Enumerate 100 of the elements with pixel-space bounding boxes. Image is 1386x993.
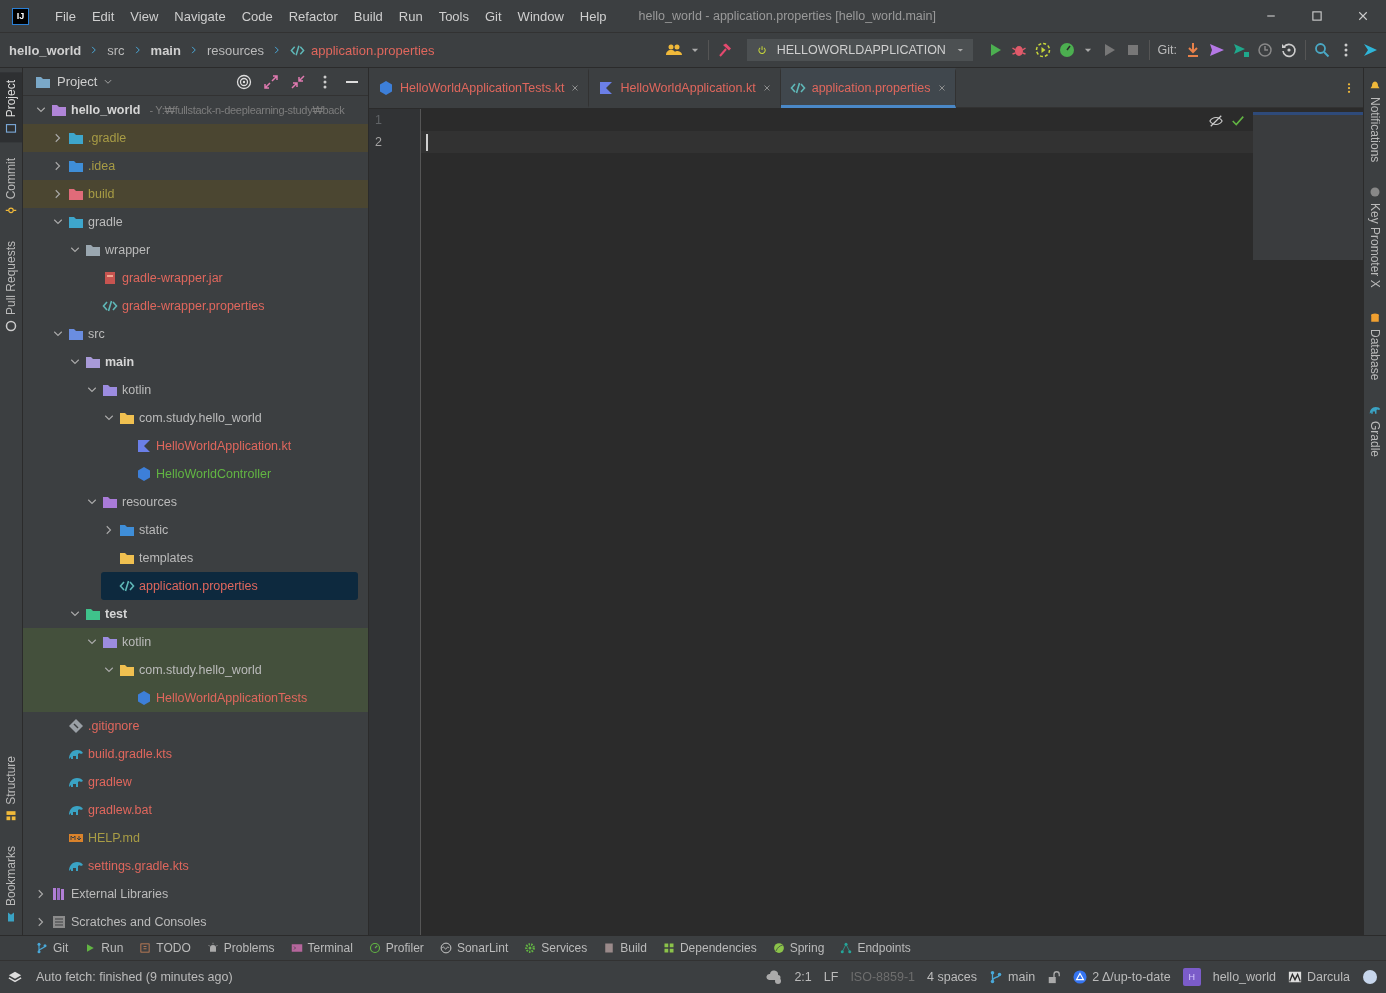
selected-tree-row[interactable]: application.properties	[101, 572, 358, 600]
gauge-icon[interactable]	[1058, 42, 1075, 58]
menu-item[interactable]: Navigate	[166, 8, 234, 24]
breadcrumb[interactable]: application.properties	[290, 42, 435, 58]
eye-slash-icon[interactable]	[1209, 114, 1223, 128]
tool-window-tab[interactable]: Pull Requests	[0, 232, 22, 340]
tree-item[interactable]: com.study.hello_world	[139, 663, 262, 677]
menu-item[interactable]: Tools	[430, 8, 477, 24]
search-icon[interactable]	[1314, 42, 1330, 58]
breadcrumb[interactable]: resources	[206, 42, 264, 58]
caret-position[interactable]: 2:1	[794, 970, 812, 984]
tree-item[interactable]: build	[88, 187, 115, 201]
tool-window-tab[interactable]: Commit	[0, 150, 22, 225]
close-icon[interactable]	[570, 83, 581, 93]
breadcrumb[interactable]: hello_world	[9, 42, 82, 58]
tree-item[interactable]: application.properties	[139, 579, 258, 593]
tree-item[interactable]: HelloWorldApplication.kt	[156, 439, 292, 453]
tool-window-tab[interactable]: Key Promoter X	[1364, 178, 1386, 297]
send-arrow-icon[interactable]	[1233, 42, 1249, 58]
editor-tab[interactable]: application.properties	[780, 68, 956, 108]
tree-item[interactable]: test	[105, 607, 128, 621]
tool-window-tab[interactable]: Gradle	[1364, 396, 1386, 466]
tree-item[interactable]: gradle-wrapper.properties	[122, 299, 265, 313]
panel-title[interactable]: Project	[57, 74, 98, 89]
tool-window-tab[interactable]: Notifications	[1364, 72, 1386, 171]
tree-item[interactable]: kotlin	[122, 635, 152, 649]
people-icon[interactable]	[665, 42, 682, 58]
tree-item[interactable]: settings.gradle.kts	[88, 859, 189, 873]
tree-item[interactable]: .gradle	[88, 131, 127, 145]
tree-item[interactable]: .gitignore	[88, 719, 140, 733]
tool-window-button[interactable]: Run	[76, 941, 132, 955]
menu-item[interactable]: Run	[390, 8, 431, 24]
tree-item[interactable]: build.gradle.kts	[88, 747, 173, 761]
tree-item[interactable]: gradlew	[88, 775, 132, 789]
check-icon[interactable]	[1231, 114, 1245, 128]
tool-window-tab[interactable]: Database	[1364, 304, 1386, 389]
run-configuration-dropdown[interactable]: HELLOWORLDAPPLICATION	[746, 39, 973, 61]
menu-item[interactable]: View	[122, 8, 167, 24]
tree-item[interactable]: wrapper	[105, 243, 151, 257]
tool-window-button[interactable]: Git	[28, 941, 77, 955]
menu-item[interactable]: Refactor	[280, 8, 346, 24]
tree-item[interactable]: gradle-wrapper.jar	[122, 271, 223, 285]
tool-window-button[interactable]: TODO	[131, 941, 199, 955]
hammer-icon[interactable]	[716, 42, 733, 58]
tree-item[interactable]: templates	[139, 551, 194, 565]
tool-window-button[interactable]: Services	[516, 941, 596, 955]
close-icon[interactable]	[761, 83, 772, 93]
tree-item[interactable]: gradlew.bat	[88, 803, 152, 817]
tree-item[interactable]: HELP.md	[88, 831, 140, 845]
close-icon[interactable]	[936, 83, 947, 93]
menu-item[interactable]: Code	[233, 8, 281, 24]
tree-item[interactable]: Scratches and Consoles	[71, 915, 207, 929]
layers-icon[interactable]	[8, 970, 22, 984]
indent-setting[interactable]: 4 spaces	[927, 970, 978, 984]
clock-icon[interactable]	[1257, 42, 1273, 58]
target-icon[interactable]	[236, 73, 252, 90]
menu-item[interactable]: Git	[477, 8, 510, 24]
menu-item[interactable]: Window	[509, 8, 572, 24]
menu-item[interactable]: Build	[345, 8, 391, 24]
git-branch[interactable]: main	[989, 970, 1036, 984]
tree-item[interactable]: External Libraries	[71, 887, 169, 901]
tool-window-tab[interactable]: Structure	[0, 748, 22, 830]
tree-item[interactable]: hello_world	[71, 103, 141, 117]
tool-window-button[interactable]: SonarLint	[431, 941, 517, 955]
menu-item[interactable]: Help	[571, 8, 615, 24]
tree-item[interactable]: .idea	[88, 159, 116, 173]
tool-window-button[interactable]: Dependencies	[654, 941, 765, 955]
download-arrow-icon[interactable]	[1185, 42, 1201, 58]
breadcrumb[interactable]: src	[107, 42, 125, 58]
tool-window-button[interactable]: Spring	[764, 941, 833, 955]
project-name[interactable]: hello_world	[1212, 970, 1276, 984]
tree-item[interactable]: com.study.hello_world	[139, 411, 262, 425]
lock-icon[interactable]	[1047, 970, 1062, 984]
tool-window-button[interactable]: Profiler	[360, 941, 432, 955]
menu-item[interactable]: File	[47, 8, 84, 24]
tool-window-button[interactable]: Problems	[198, 941, 283, 955]
tree-item[interactable]: resources	[122, 495, 177, 509]
line-separator[interactable]: LF	[823, 970, 839, 984]
cloud-gear-icon[interactable]	[766, 969, 783, 985]
tool-window-button[interactable]: Terminal	[282, 941, 361, 955]
tree-item[interactable]: kotlin	[122, 383, 152, 397]
vcs-status[interactable]: 2 Δ/up-to-date	[1073, 970, 1171, 984]
collapse-icon[interactable]	[290, 73, 306, 90]
close-icon[interactable]	[1357, 10, 1369, 22]
tool-window-tab[interactable]: Project	[0, 72, 22, 143]
theme-switcher[interactable]: Darcula	[1287, 970, 1350, 984]
circle-icon[interactable]	[1362, 969, 1378, 985]
maximize-icon[interactable]	[1311, 10, 1323, 22]
tree-item[interactable]: HelloWorldController	[156, 467, 272, 481]
menu-item[interactable]: Edit	[83, 8, 123, 24]
tree-item[interactable]: main	[105, 355, 135, 369]
editor-tab[interactable]: HelloWorldApplicationTests.kt	[369, 68, 590, 108]
tree-item[interactable]: static	[139, 523, 169, 537]
rollback-icon[interactable]	[1281, 42, 1297, 58]
tool-window-tab[interactable]: Bookmarks	[0, 837, 22, 931]
tree-item[interactable]: src	[88, 327, 105, 341]
tool-window-button[interactable]: Build	[595, 941, 655, 955]
play-logo-icon[interactable]	[1362, 42, 1378, 58]
expand-icon[interactable]	[263, 73, 279, 90]
tool-window-button[interactable]: Endpoints	[832, 941, 919, 955]
